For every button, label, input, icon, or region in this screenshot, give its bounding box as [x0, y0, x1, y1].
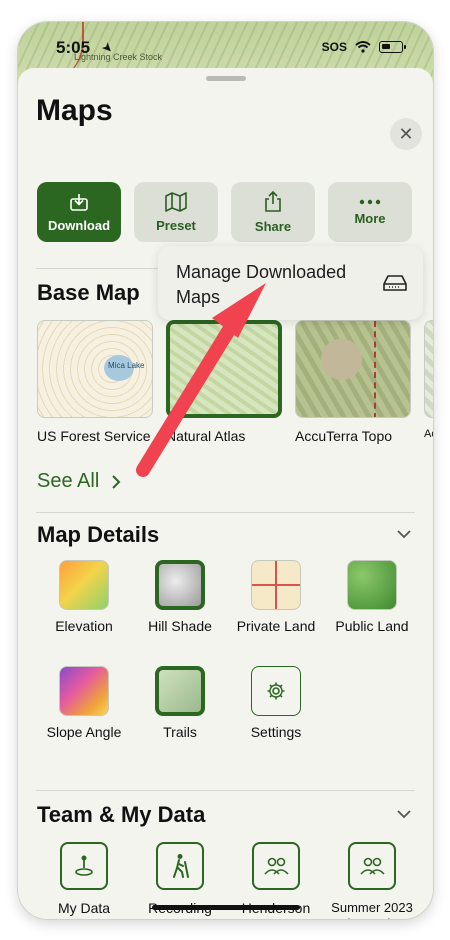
status-indicators: SOS	[321, 40, 406, 54]
preset-label: Preset	[156, 217, 196, 233]
basemap-card-natural-atlas[interactable]: Natural Atlas	[166, 320, 282, 444]
download-icon	[69, 192, 89, 212]
basemap-card-accuterra-topo[interactable]: AccuTerra Topo	[295, 320, 411, 444]
basemap-card-partial[interactable]: Ac	[424, 320, 433, 444]
map-icon	[165, 191, 187, 212]
private-land-thumbnail	[251, 560, 301, 610]
lake-label: Mica Lake	[108, 361, 145, 370]
detail-label: Public Land	[335, 618, 409, 634]
henderson-tile	[252, 842, 300, 890]
detail-item-settings[interactable]: Settings	[228, 666, 324, 740]
settings-thumbnail	[251, 666, 301, 716]
detail-label: Elevation	[55, 618, 113, 634]
hill-shade-thumbnail	[155, 560, 205, 610]
close-button[interactable]: ✕	[390, 118, 422, 150]
public-land-thumbnail	[347, 560, 397, 610]
download-button[interactable]: Download	[37, 182, 121, 242]
hiker-icon	[173, 854, 189, 878]
gear-icon	[267, 682, 285, 700]
detail-label: Hill Shade	[148, 618, 212, 634]
close-icon: ✕	[398, 123, 414, 144]
manage-downloads-menu[interactable]: Manage Downloaded Maps	[158, 246, 423, 320]
divider	[36, 790, 415, 791]
detail-item-private-land[interactable]: Private Land	[228, 560, 324, 634]
page-title: Maps	[36, 94, 113, 127]
share-button[interactable]: Share	[231, 182, 315, 242]
basemap-label: US Forest Service	[37, 428, 151, 444]
chevron-down-icon[interactable]	[397, 807, 411, 821]
base-map-title: Base Map	[37, 280, 140, 305]
basemap-label: Ac	[424, 428, 433, 440]
drive-icon	[383, 275, 407, 291]
data-item-my-data[interactable]: My Data	[36, 842, 132, 916]
chevron-right-icon	[112, 474, 121, 489]
trail-line	[374, 321, 394, 417]
data-label: My Data	[57, 900, 111, 916]
basemap-thumbnail: Mica Lake	[37, 320, 153, 418]
carrier-label: SOS	[321, 40, 347, 54]
download-label: Download	[47, 217, 111, 233]
phone-screen: 5:05 ➤ SOS Lightning Creek Stock Maps ✕ …	[18, 22, 433, 919]
divider	[36, 512, 415, 513]
elevation-thumbnail	[59, 560, 109, 610]
detail-item-slope-angle[interactable]: Slope Angle	[36, 666, 132, 740]
summer-leaders-tile	[348, 842, 396, 890]
detail-item-trails[interactable]: Trails	[132, 666, 228, 740]
more-label: More	[354, 210, 386, 226]
wifi-icon	[355, 41, 371, 53]
map-caption: Lightning Creek Stock	[74, 52, 163, 62]
battery-icon	[379, 41, 406, 53]
detail-label: Settings	[250, 724, 302, 740]
share-icon	[263, 190, 283, 213]
basemap-thumbnail	[424, 320, 433, 418]
manage-downloaded-maps-item[interactable]: Manage Downloaded Maps	[176, 260, 386, 310]
pin-icon	[75, 855, 93, 876]
share-label: Share	[254, 218, 292, 234]
detail-label: Trails	[163, 724, 197, 740]
see-all-link[interactable]: See All	[37, 470, 121, 493]
home-indicator	[152, 905, 300, 910]
maps-sheet: Maps ✕ Download Preset Share More Base M…	[18, 68, 433, 919]
detail-item-public-land[interactable]: Public Land	[324, 560, 420, 634]
action-row: Download Preset Share More	[37, 182, 412, 242]
detail-label: Private Land	[236, 618, 316, 634]
more-button[interactable]: More	[328, 182, 412, 242]
group-icon	[264, 857, 289, 875]
my-data-tile	[60, 842, 108, 890]
basemap-card-us-forest-service[interactable]: Mica Lake US Forest Service	[37, 320, 153, 444]
team-data-title: Team & My Data	[37, 802, 206, 827]
recording-track-tile	[156, 842, 204, 890]
group-icon	[360, 857, 385, 875]
data-item-summer-2023-trip-leaders[interactable]: Summer 2023 Trip Leaders	[324, 842, 420, 919]
slope-angle-thumbnail	[59, 666, 109, 716]
detail-item-elevation[interactable]: Elevation	[36, 560, 132, 634]
map-details-title: Map Details	[37, 522, 160, 547]
see-all-label: See All	[37, 470, 100, 492]
chevron-down-icon[interactable]	[397, 527, 411, 541]
basemap-label: Natural Atlas	[166, 428, 246, 444]
sheet-grabber[interactable]	[206, 76, 246, 81]
basemap-thumbnail	[166, 320, 282, 418]
trails-thumbnail	[155, 666, 205, 716]
more-icon	[359, 199, 381, 205]
basemap-label: AccuTerra Topo	[295, 428, 393, 444]
data-label: Summer 2023 Trip Leaders	[331, 900, 413, 919]
basemap-thumbnail	[295, 320, 411, 418]
preset-button[interactable]: Preset	[134, 182, 218, 242]
detail-label: Slope Angle	[46, 724, 122, 740]
base-map-carousel: Mica Lake US Forest Service Natural Atla…	[37, 320, 433, 444]
detail-item-hill-shade[interactable]: Hill Shade	[132, 560, 228, 634]
